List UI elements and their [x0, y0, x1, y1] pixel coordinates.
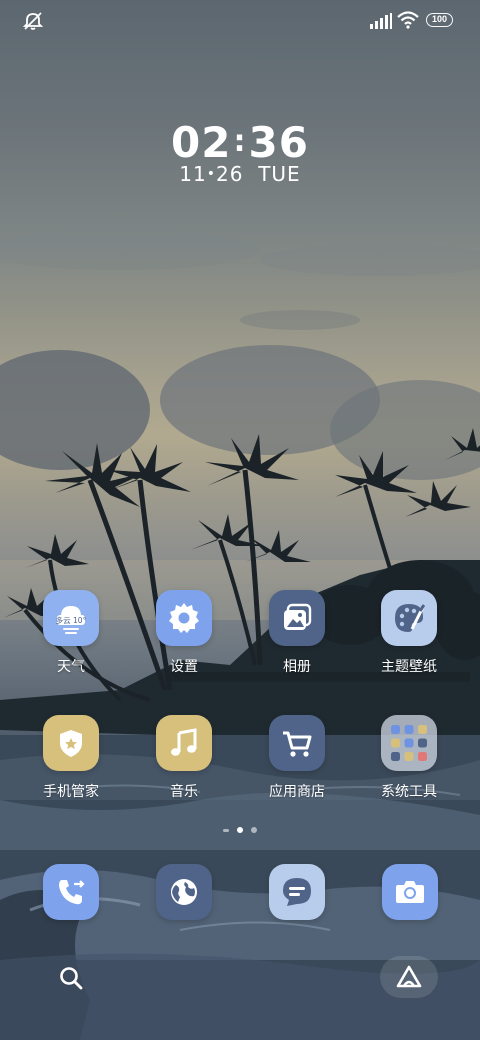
gear-icon: [156, 590, 212, 646]
music-note-icon: [156, 715, 212, 771]
mute-icon: [22, 12, 44, 30]
app-label: 系统工具: [381, 783, 437, 799]
app-weather[interactable]: 多云 10° 天气: [16, 590, 126, 676]
camera-icon: [396, 881, 424, 903]
weather-icon: 多云 10°: [43, 590, 99, 646]
assistant-icon: [396, 965, 422, 988]
cart-icon: [269, 715, 325, 771]
dock-phone[interactable]: [43, 864, 99, 920]
dock-messages[interactable]: [269, 864, 325, 920]
battery-icon: 100: [426, 13, 453, 27]
wifi-icon: [397, 11, 419, 29]
page-dot-active[interactable]: [237, 827, 243, 833]
app-gallery[interactable]: 相册: [242, 590, 352, 676]
weather-badge: 多云 10°: [56, 615, 87, 625]
page-indicator[interactable]: [0, 826, 480, 834]
clock-time[interactable]: 02:36: [0, 118, 480, 167]
clock-minutes: 36: [248, 118, 309, 167]
app-label: 手机管家: [43, 783, 99, 799]
date-separator: •: [206, 166, 217, 182]
phone-icon: [59, 880, 85, 905]
app-store[interactable]: 应用商店: [242, 715, 352, 801]
dock-browser[interactable]: [156, 864, 212, 920]
clock-date[interactable]: 11•26 TUE: [0, 162, 480, 186]
signal-icon: [370, 13, 392, 29]
palette-icon: [381, 590, 437, 646]
shield-icon: [43, 715, 99, 771]
search-icon[interactable]: [58, 965, 84, 991]
clock-hours: 02: [171, 118, 232, 167]
page-dot[interactable]: [223, 828, 229, 832]
app-label: 相册: [283, 658, 311, 674]
dock-camera[interactable]: [382, 864, 438, 920]
status-bar: 100: [0, 0, 480, 40]
date-weekday: TUE: [258, 162, 301, 186]
assistant-button[interactable]: [380, 956, 438, 998]
gallery-icon: [269, 590, 325, 646]
folder-system-tools[interactable]: 系统工具: [354, 715, 464, 801]
app-settings[interactable]: 设置: [129, 590, 239, 676]
page-dot[interactable]: [251, 827, 257, 833]
date-month: 11: [179, 162, 207, 186]
message-icon: [283, 878, 311, 906]
globe-icon: [171, 879, 197, 905]
app-label: 天气: [57, 658, 85, 674]
date-day: 26: [216, 162, 244, 186]
app-themes[interactable]: 主题壁纸: [354, 590, 464, 676]
folder-icon: [381, 715, 437, 771]
app-phone-manager[interactable]: 手机管家: [16, 715, 126, 801]
app-music[interactable]: 音乐: [129, 715, 239, 801]
app-label: 音乐: [170, 783, 198, 799]
app-label: 应用商店: [269, 783, 325, 799]
app-label: 主题壁纸: [381, 658, 437, 674]
app-label: 设置: [170, 658, 198, 674]
clock-colon: :: [233, 124, 247, 159]
